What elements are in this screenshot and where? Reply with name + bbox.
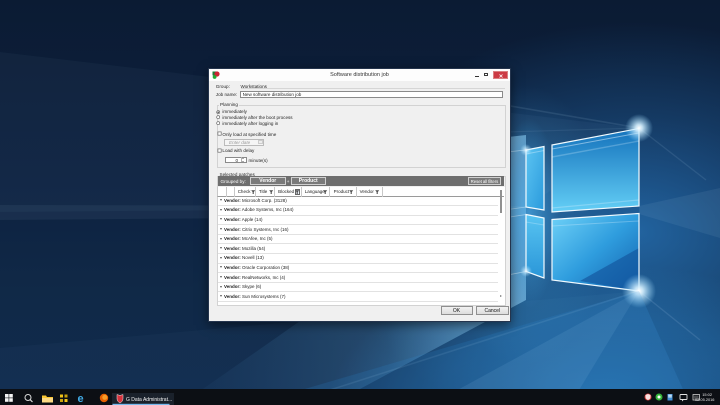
svg-text:e: e xyxy=(78,393,84,405)
svg-text:G Data Administrat...: G Data Administrat... xyxy=(126,397,172,403)
